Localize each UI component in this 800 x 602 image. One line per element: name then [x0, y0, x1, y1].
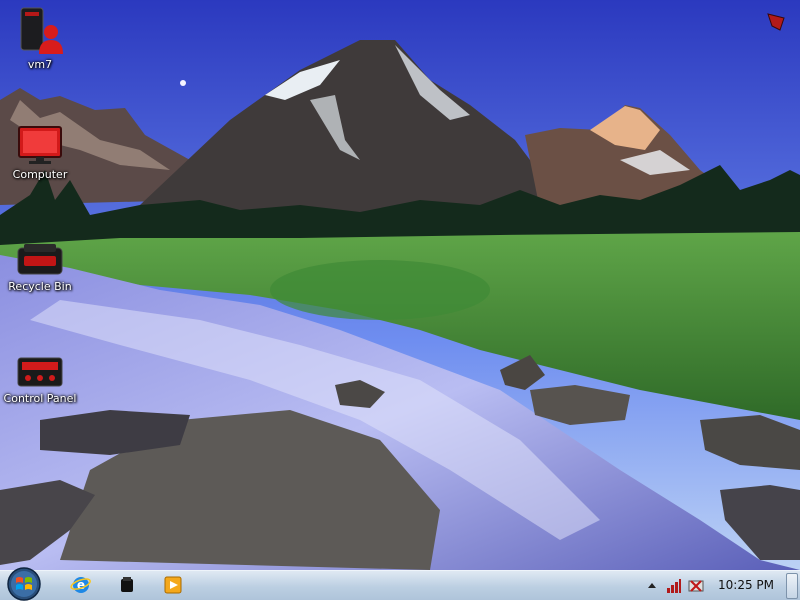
- black-box-icon[interactable]: [116, 574, 138, 596]
- desktop-icon-recycle-bin[interactable]: Recycle Bin: [0, 242, 80, 293]
- show-hidden-icons-arrow[interactable]: [644, 578, 660, 594]
- taskbar: e 10:25 PM: [0, 567, 800, 601]
- media-player-icon[interactable]: [162, 574, 184, 596]
- red-arrow-gadget-icon[interactable]: [766, 12, 786, 32]
- desktop-icon-control-panel[interactable]: Control Panel: [0, 356, 80, 405]
- control-panel-icon: [17, 357, 63, 387]
- computer-monitor-icon: [18, 126, 62, 164]
- desktop-icon-vm7[interactable]: vm7: [0, 6, 80, 71]
- network-icon[interactable]: [666, 578, 682, 594]
- internet-explorer-icon[interactable]: e: [70, 574, 92, 596]
- desktop-icon-label: Recycle Bin: [8, 280, 72, 293]
- desktop-icon-label: Computer: [12, 168, 68, 181]
- wallpaper-mountain-stream: [0, 0, 800, 570]
- desktop-icon-label: vm7: [27, 58, 53, 71]
- volume-icon[interactable]: [688, 578, 704, 594]
- start-orb-icon[interactable]: [6, 566, 42, 602]
- desktop[interactable]: vm7 Computer Recycle Bin Control Panel: [0, 0, 800, 570]
- recycle-bin-icon: [17, 244, 63, 275]
- clock[interactable]: 10:25 PM: [718, 578, 774, 592]
- show-desktop-button[interactable]: [786, 573, 798, 599]
- user-computer-icon: [20, 7, 63, 54]
- desktop-icon-computer[interactable]: Computer: [0, 126, 80, 181]
- desktop-icon-label: Control Panel: [3, 392, 77, 405]
